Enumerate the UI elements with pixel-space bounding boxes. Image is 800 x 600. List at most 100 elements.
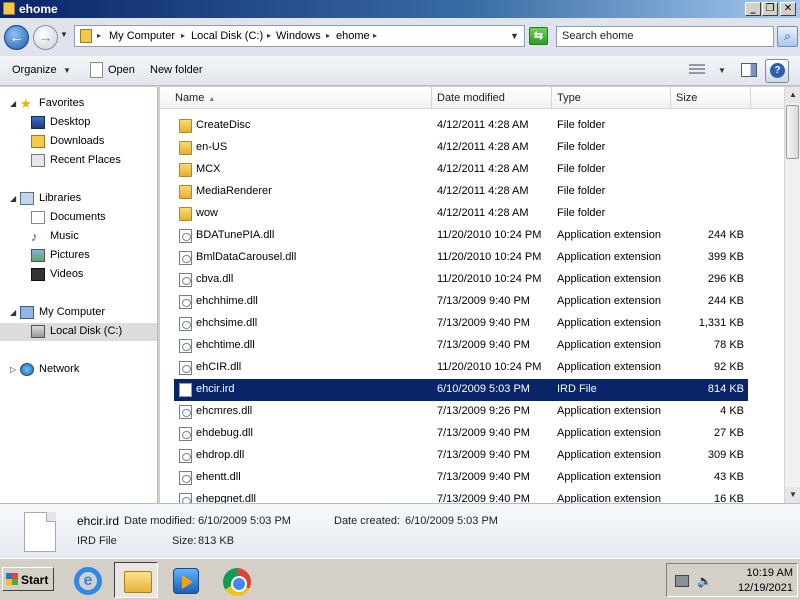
column-date-modified[interactable]: Date modified bbox=[432, 87, 552, 109]
chevron-down-icon[interactable]: ▼ bbox=[718, 66, 726, 75]
details-size-label: Size: bbox=[172, 535, 197, 547]
volume-icon[interactable]: 🔈 bbox=[697, 575, 712, 587]
expand-icon[interactable]: ◢ bbox=[10, 99, 16, 108]
nav-my-computer[interactable]: ◢ My Computer bbox=[10, 304, 150, 322]
nav-desktop[interactable]: Desktop bbox=[31, 114, 151, 132]
file-name: MediaRenderer bbox=[196, 185, 272, 197]
file-row[interactable]: cbva.dll 11/20/2010 10:24 PM Application e… bbox=[174, 269, 748, 291]
scroll-up-button[interactable]: ▲ bbox=[785, 87, 800, 103]
nav-network[interactable]: ▷ Network bbox=[10, 361, 150, 379]
breadcrumb-local-disk[interactable]: Local Disk (C:) bbox=[191, 30, 263, 42]
refresh-button[interactable]: ⇆ bbox=[529, 27, 548, 45]
nav-local-disk[interactable]: Local Disk (C:) bbox=[0, 323, 157, 341]
file-row[interactable]: ehchsime.dll 7/13/2009 9:40 PM Application… bbox=[174, 313, 748, 335]
music-icon: ♪ bbox=[31, 229, 38, 244]
taskbar-windows-explorer[interactable] bbox=[114, 562, 158, 598]
views-icon[interactable] bbox=[689, 64, 705, 76]
chevron-right-icon[interactable]: ▸ bbox=[181, 31, 185, 40]
nav-downloads[interactable]: Downloads bbox=[31, 133, 151, 151]
file-row[interactable]: ehchtime.dll 7/13/2009 9:40 PM Application… bbox=[174, 335, 748, 357]
file-row[interactable]: BmlDataCarousel.dll 11/20/2010 10:24 PM Ap… bbox=[174, 247, 748, 269]
chevron-down-icon[interactable]: ▼ bbox=[63, 66, 71, 75]
close-button[interactable]: ✕ bbox=[780, 2, 796, 16]
chevron-right-icon[interactable]: ▸ bbox=[326, 31, 330, 40]
address-dropdown[interactable]: ▼ bbox=[510, 31, 519, 41]
file-row[interactable]: ehdebug.dll 7/13/2009 9:40 PM Application … bbox=[174, 423, 748, 445]
address-row: ← → ▼ ▸ My Computer ▸ Local Disk (C:) ▸ … bbox=[0, 18, 800, 56]
scroll-thumb[interactable] bbox=[786, 105, 799, 159]
file-row[interactable]: wow 4/12/2011 4:28 AM File folder bbox=[174, 203, 748, 225]
new-folder-button[interactable]: New folder bbox=[150, 64, 203, 76]
vertical-scrollbar[interactable]: ▲ ▼ bbox=[784, 87, 800, 503]
file-row[interactable]: ehcmres.dll 7/13/2009 9:26 PM Application … bbox=[174, 401, 748, 423]
file-row[interactable]: ehCIR.dll 11/20/2010 10:24 PM Application … bbox=[174, 357, 748, 379]
file-type: Application extension bbox=[557, 427, 661, 439]
file-row[interactable]: ehcir.ird 6/10/2009 5:03 PM IRD File 814 KB bbox=[174, 379, 748, 401]
chevron-right-icon[interactable]: ▸ bbox=[373, 31, 377, 40]
star-icon: ★ bbox=[20, 96, 32, 111]
preview-pane-icon[interactable] bbox=[741, 63, 757, 77]
file-row[interactable]: BDATunePIA.dll 11/20/2010 10:24 PM Applica… bbox=[174, 225, 748, 247]
column-name[interactable]: Name ▲ bbox=[170, 87, 432, 109]
search-input[interactable]: Search ehome bbox=[556, 26, 774, 47]
file-row[interactable]: MCX 4/12/2011 4:28 AM File folder bbox=[174, 159, 748, 181]
file-row[interactable]: MediaRenderer 4/12/2011 4:28 AM File folde… bbox=[174, 181, 748, 203]
nav-favorites-label: Favorites bbox=[39, 97, 85, 109]
organize-button[interactable]: Organize bbox=[12, 64, 57, 76]
details-created-value: 6/10/2009 5:03 PM bbox=[405, 515, 498, 527]
column-type-label: Type bbox=[557, 92, 581, 104]
expand-icon[interactable]: ◢ bbox=[10, 308, 16, 317]
clock-time[interactable]: 10:19 AM bbox=[747, 567, 793, 579]
dll-file-icon bbox=[179, 251, 192, 265]
column-size-label: Size bbox=[676, 92, 698, 104]
details-file-name: ehcir.ird bbox=[77, 514, 120, 528]
open-button[interactable]: Open bbox=[108, 64, 135, 76]
breadcrumb-windows[interactable]: Windows bbox=[276, 30, 321, 42]
expand-icon[interactable]: ▷ bbox=[10, 365, 16, 374]
taskbar-internet-explorer[interactable]: e bbox=[64, 562, 108, 598]
details-modified-label: Date modified: bbox=[124, 515, 195, 527]
file-row[interactable]: ehchhime.dll 7/13/2009 9:40 PM Application… bbox=[174, 291, 748, 313]
breadcrumb-ehome[interactable]: ehome bbox=[336, 30, 370, 42]
start-button[interactable]: Start bbox=[2, 567, 54, 591]
nav-recent-places[interactable]: Recent Places bbox=[31, 152, 151, 170]
column-name-label: Name bbox=[175, 92, 205, 104]
file-type: File folder bbox=[557, 185, 606, 197]
column-size[interactable]: Size bbox=[671, 87, 751, 109]
taskbar-media-player[interactable] bbox=[164, 562, 208, 598]
clock-date[interactable]: 12/19/2021 bbox=[738, 582, 793, 594]
file-row[interactable]: en-US 4/12/2011 4:28 AM File folder bbox=[174, 137, 748, 159]
chevron-right-icon[interactable]: ▸ bbox=[267, 31, 271, 40]
network-tray-icon[interactable] bbox=[675, 575, 689, 587]
chevron-right-icon[interactable]: ▸ bbox=[97, 31, 101, 40]
restore-button[interactable]: ❐ bbox=[762, 2, 778, 16]
nav-libraries[interactable]: ◢ Libraries bbox=[10, 190, 150, 208]
address-bar[interactable]: ▸ My Computer ▸ Local Disk (C:) ▸ Window… bbox=[74, 25, 525, 47]
help-icon: ? bbox=[770, 63, 785, 78]
file-type: Application extension bbox=[557, 251, 661, 263]
taskbar-chrome[interactable] bbox=[214, 562, 258, 598]
file-row[interactable]: CreateDisc 4/12/2011 4:28 AM File folder bbox=[174, 115, 748, 137]
nav-documents[interactable]: Documents bbox=[31, 209, 151, 227]
nav-favorites[interactable]: ◢ ★ Favorites bbox=[10, 95, 150, 113]
forward-button[interactable]: → bbox=[33, 25, 58, 50]
sort-ascending-icon: ▲ bbox=[208, 96, 216, 103]
column-type[interactable]: Type bbox=[552, 87, 671, 109]
minimize-button[interactable]: _ bbox=[745, 2, 761, 16]
file-date-modified: 7/13/2009 9:26 PM bbox=[437, 405, 530, 417]
scroll-down-button[interactable]: ▼ bbox=[785, 487, 800, 503]
expand-icon[interactable]: ◢ bbox=[10, 194, 16, 203]
details-size-value: 813 KB bbox=[198, 535, 235, 547]
title-bar[interactable]: ehome _ ❐ ✕ bbox=[0, 0, 800, 18]
nav-pictures[interactable]: Pictures bbox=[31, 247, 151, 265]
nav-videos[interactable]: Videos bbox=[31, 266, 151, 284]
breadcrumb-my-computer[interactable]: My Computer bbox=[109, 30, 175, 42]
recent-pages-dropdown[interactable]: ▼ bbox=[60, 30, 68, 39]
file-row[interactable]: ehentt.dll 7/13/2009 9:40 PM Application e… bbox=[174, 467, 748, 489]
help-button[interactable]: ? bbox=[765, 59, 789, 83]
column-date-label: Date modified bbox=[437, 92, 505, 104]
search-button[interactable]: ⌕ bbox=[777, 26, 798, 47]
back-button[interactable]: ← bbox=[4, 25, 29, 50]
file-row[interactable]: ehdrop.dll 7/13/2009 9:40 PM Application e… bbox=[174, 445, 748, 467]
nav-music[interactable]: ♪ Music bbox=[31, 228, 151, 246]
